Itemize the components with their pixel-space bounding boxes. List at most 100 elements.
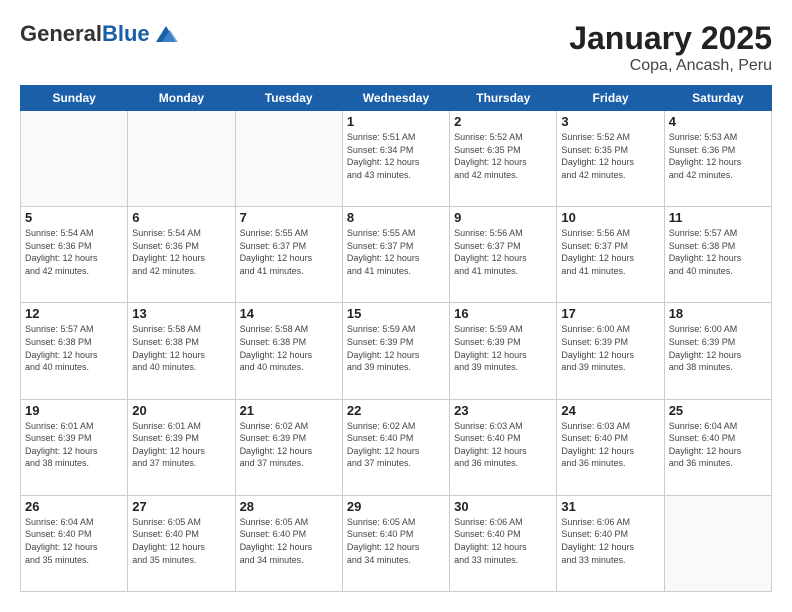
day-number: 9 <box>454 210 552 225</box>
day-number: 1 <box>347 114 445 129</box>
day-number: 17 <box>561 306 659 321</box>
calendar-cell: 26 Sunrise: 6:04 AM Sunset: 6:40 PM Dayli… <box>21 495 128 591</box>
weekday-header: Monday <box>128 86 235 111</box>
logo-icon <box>152 20 180 48</box>
calendar-title: January 2025 <box>569 20 772 57</box>
day-info: Sunrise: 5:55 AM Sunset: 6:37 PM Dayligh… <box>347 227 445 277</box>
calendar-cell <box>664 495 771 591</box>
day-info: Sunrise: 5:59 AM Sunset: 6:39 PM Dayligh… <box>454 323 552 373</box>
day-number: 26 <box>25 499 123 514</box>
day-info: Sunrise: 5:56 AM Sunset: 6:37 PM Dayligh… <box>454 227 552 277</box>
day-number: 24 <box>561 403 659 418</box>
calendar-week-row: 5 Sunrise: 5:54 AM Sunset: 6:36 PM Daylig… <box>21 207 772 303</box>
day-number: 5 <box>25 210 123 225</box>
day-info: Sunrise: 5:52 AM Sunset: 6:35 PM Dayligh… <box>561 131 659 181</box>
day-number: 25 <box>669 403 767 418</box>
day-number: 6 <box>132 210 230 225</box>
calendar-cell: 4Sunrise: 5:53 AM Sunset: 6:36 PM Daylig… <box>664 111 771 207</box>
day-info: Sunrise: 6:01 AM Sunset: 6:39 PM Dayligh… <box>25 420 123 470</box>
day-number: 16 <box>454 306 552 321</box>
calendar-subtitle: Copa, Ancash, Peru <box>569 57 772 75</box>
day-info: Sunrise: 5:57 AM Sunset: 6:38 PM Dayligh… <box>25 323 123 373</box>
day-number: 3 <box>561 114 659 129</box>
day-number: 4 <box>669 114 767 129</box>
calendar-cell: 31 Sunrise: 6:06 AM Sunset: 6:40 PM Dayli… <box>557 495 664 591</box>
day-info: Sunrise: 5:52 AM Sunset: 6:35 PM Dayligh… <box>454 131 552 181</box>
calendar-cell: 29 Sunrise: 6:05 AM Sunset: 6:40 PM Dayli… <box>342 495 449 591</box>
calendar-week-row: 1Sunrise: 5:51 AM Sunset: 6:34 PM Daylig… <box>21 111 772 207</box>
day-info: Sunrise: 6:05 AM Sunset: 6:40 PM Dayligh… <box>347 516 445 566</box>
calendar-cell: 18 Sunrise: 6:00 AM Sunset: 6:39 PM Dayli… <box>664 303 771 399</box>
calendar-cell: 9 Sunrise: 5:56 AM Sunset: 6:37 PM Daylig… <box>450 207 557 303</box>
weekday-header: Thursday <box>450 86 557 111</box>
calendar-cell: 24 Sunrise: 6:03 AM Sunset: 6:40 PM Dayli… <box>557 399 664 495</box>
day-info: Sunrise: 6:05 AM Sunset: 6:40 PM Dayligh… <box>132 516 230 566</box>
calendar-cell: 17 Sunrise: 6:00 AM Sunset: 6:39 PM Dayli… <box>557 303 664 399</box>
calendar-cell: 30 Sunrise: 6:06 AM Sunset: 6:40 PM Dayli… <box>450 495 557 591</box>
day-number: 12 <box>25 306 123 321</box>
calendar-cell: 3 Sunrise: 5:52 AM Sunset: 6:35 PM Daylig… <box>557 111 664 207</box>
day-number: 15 <box>347 306 445 321</box>
calendar-cell: 12 Sunrise: 5:57 AM Sunset: 6:38 PM Dayli… <box>21 303 128 399</box>
day-number: 10 <box>561 210 659 225</box>
day-number: 27 <box>132 499 230 514</box>
calendar-cell: 1Sunrise: 5:51 AM Sunset: 6:34 PM Daylig… <box>342 111 449 207</box>
calendar-week-row: 12 Sunrise: 5:57 AM Sunset: 6:38 PM Dayli… <box>21 303 772 399</box>
day-number: 21 <box>240 403 338 418</box>
calendar-cell: 15 Sunrise: 5:59 AM Sunset: 6:39 PM Dayli… <box>342 303 449 399</box>
calendar-cell: 7 Sunrise: 5:55 AM Sunset: 6:37 PM Daylig… <box>235 207 342 303</box>
day-info: Sunrise: 6:00 AM Sunset: 6:39 PM Dayligh… <box>669 323 767 373</box>
day-info: Sunrise: 6:04 AM Sunset: 6:40 PM Dayligh… <box>669 420 767 470</box>
calendar-cell: 11 Sunrise: 5:57 AM Sunset: 6:38 PM Dayli… <box>664 207 771 303</box>
logo-text: GeneralBlue <box>20 23 150 45</box>
calendar-week-row: 19Sunrise: 6:01 AM Sunset: 6:39 PM Dayli… <box>21 399 772 495</box>
calendar-cell: 14 Sunrise: 5:58 AM Sunset: 6:38 PM Dayli… <box>235 303 342 399</box>
weekday-header: Friday <box>557 86 664 111</box>
header: GeneralBlue January 2025 Copa, Ancash, P… <box>20 20 772 75</box>
logo: GeneralBlue <box>20 20 180 48</box>
calendar-week-row: 26 Sunrise: 6:04 AM Sunset: 6:40 PM Dayli… <box>21 495 772 591</box>
weekday-header: Wednesday <box>342 86 449 111</box>
day-number: 20 <box>132 403 230 418</box>
day-info: Sunrise: 5:55 AM Sunset: 6:37 PM Dayligh… <box>240 227 338 277</box>
weekday-header: Sunday <box>21 86 128 111</box>
day-info: Sunrise: 6:04 AM Sunset: 6:40 PM Dayligh… <box>25 516 123 566</box>
day-number: 29 <box>347 499 445 514</box>
day-info: Sunrise: 6:05 AM Sunset: 6:40 PM Dayligh… <box>240 516 338 566</box>
day-info: Sunrise: 6:02 AM Sunset: 6:40 PM Dayligh… <box>347 420 445 470</box>
day-number: 28 <box>240 499 338 514</box>
day-number: 31 <box>561 499 659 514</box>
calendar-cell: 21 Sunrise: 6:02 AM Sunset: 6:39 PM Dayli… <box>235 399 342 495</box>
day-info: Sunrise: 6:03 AM Sunset: 6:40 PM Dayligh… <box>561 420 659 470</box>
day-info: Sunrise: 6:01 AM Sunset: 6:39 PM Dayligh… <box>132 420 230 470</box>
day-info: Sunrise: 6:06 AM Sunset: 6:40 PM Dayligh… <box>454 516 552 566</box>
day-info: Sunrise: 5:59 AM Sunset: 6:39 PM Dayligh… <box>347 323 445 373</box>
day-number: 14 <box>240 306 338 321</box>
calendar-cell: 13 Sunrise: 5:58 AM Sunset: 6:38 PM Dayli… <box>128 303 235 399</box>
day-info: Sunrise: 6:06 AM Sunset: 6:40 PM Dayligh… <box>561 516 659 566</box>
calendar-cell: 16 Sunrise: 5:59 AM Sunset: 6:39 PM Dayli… <box>450 303 557 399</box>
calendar-cell: 28 Sunrise: 6:05 AM Sunset: 6:40 PM Dayli… <box>235 495 342 591</box>
day-number: 18 <box>669 306 767 321</box>
day-number: 23 <box>454 403 552 418</box>
calendar-cell <box>235 111 342 207</box>
calendar-cell: 19Sunrise: 6:01 AM Sunset: 6:39 PM Dayli… <box>21 399 128 495</box>
day-info: Sunrise: 5:58 AM Sunset: 6:38 PM Dayligh… <box>132 323 230 373</box>
calendar-cell: 5Sunrise: 5:54 AM Sunset: 6:36 PM Daylig… <box>21 207 128 303</box>
day-info: Sunrise: 5:54 AM Sunset: 6:36 PM Dayligh… <box>132 227 230 277</box>
day-number: 13 <box>132 306 230 321</box>
day-info: Sunrise: 6:02 AM Sunset: 6:39 PM Dayligh… <box>240 420 338 470</box>
day-number: 30 <box>454 499 552 514</box>
day-info: Sunrise: 5:58 AM Sunset: 6:38 PM Dayligh… <box>240 323 338 373</box>
day-number: 22 <box>347 403 445 418</box>
day-info: Sunrise: 6:00 AM Sunset: 6:39 PM Dayligh… <box>561 323 659 373</box>
calendar-cell: 23Sunrise: 6:03 AM Sunset: 6:40 PM Dayli… <box>450 399 557 495</box>
day-info: Sunrise: 5:57 AM Sunset: 6:38 PM Dayligh… <box>669 227 767 277</box>
calendar-table: SundayMondayTuesdayWednesdayThursdayFrid… <box>20 85 772 592</box>
logo-general: General <box>20 21 102 46</box>
weekday-header: Saturday <box>664 86 771 111</box>
calendar-cell <box>21 111 128 207</box>
day-number: 11 <box>669 210 767 225</box>
day-number: 7 <box>240 210 338 225</box>
calendar-cell <box>128 111 235 207</box>
